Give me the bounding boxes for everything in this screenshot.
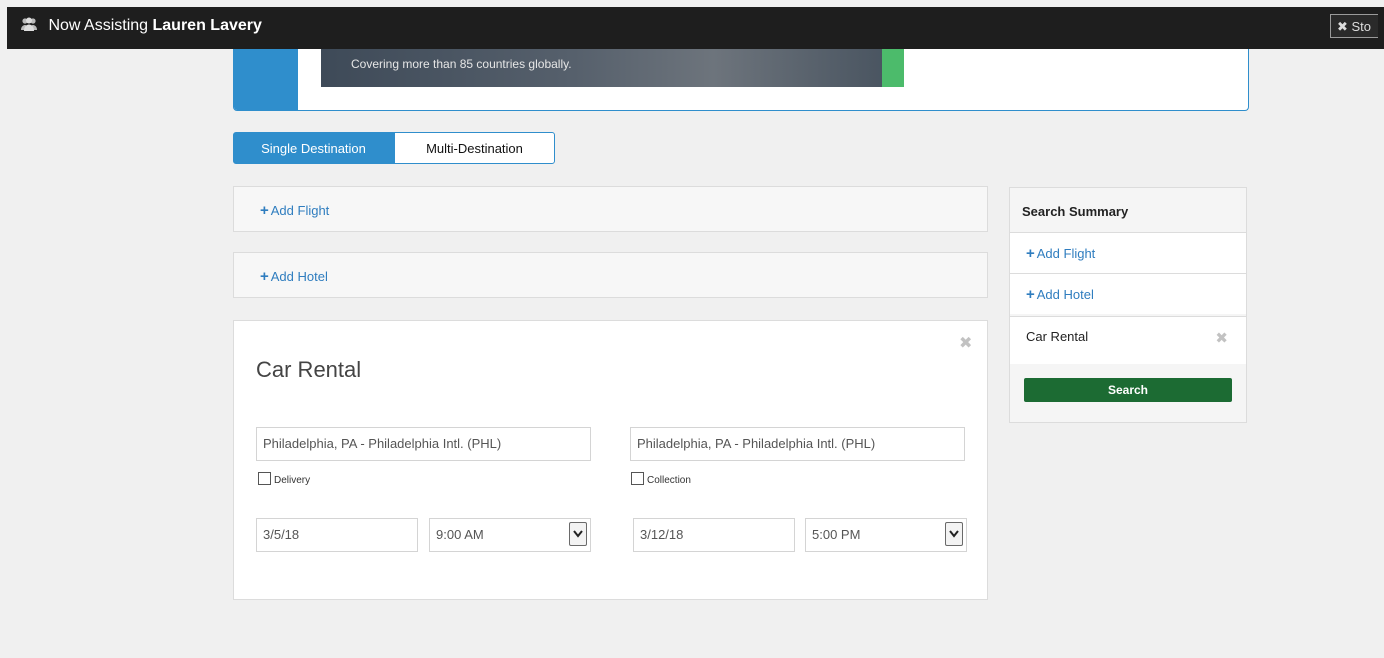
tab-multi-destination[interactable]: Multi-Destination [394,132,555,164]
search-summary-panel: Search Summary + Add Flight + Add Hotel Ca… [1009,187,1247,423]
car-rental-card: ✖ Car Rental Philadelphia, PA - Philadel… [233,320,988,600]
add-flight-panel: + Add Flight [233,186,988,232]
add-flight-label: Add Flight [270,203,330,218]
plus-icon: + [1026,286,1035,303]
assisting-label: Now Assisting Lauren Lavery [20,17,262,35]
banner-accent-bar [234,49,298,110]
add-hotel-link[interactable]: + Add Hotel [260,268,328,285]
pickup-time-select[interactable]: 9:00 AM [429,518,591,552]
search-summary-title: Search Summary [1022,204,1129,219]
add-flight-link[interactable]: + Add Flight [260,202,329,219]
dropoff-date-input[interactable]: 3/12/18 [633,518,795,552]
delivery-checkbox[interactable]: Delivery [258,472,310,486]
collection-checkbox[interactable]: Collection [631,472,691,486]
summary-car-rental-label: Car Rental [1026,329,1089,344]
collection-checkbox-box[interactable] [631,472,644,485]
dropoff-time-select[interactable]: 5:00 PM [805,518,967,552]
delivery-label: Delivery [274,475,311,486]
close-icon[interactable]: ✖ [1215,329,1228,347]
assisted-user-name: Lauren Lavery [152,17,262,34]
promo-banner: Covering more than 85 countries globally… [233,49,1249,111]
pickup-date-input[interactable]: 3/5/18 [256,518,418,552]
chevron-down-icon[interactable] [569,522,587,546]
assist-topbar: Now Assisting Lauren Lavery ✖ Sto [7,7,1384,49]
collection-label: Collection [647,475,691,486]
close-icon[interactable]: ✖ [959,333,972,353]
pickup-location-input[interactable]: Philadelphia, PA - Philadelphia Intl. (P… [256,427,591,461]
people-icon [21,17,37,31]
add-hotel-panel: + Add Hotel [233,252,988,298]
banner-tagline: Covering more than 85 countries globally… [351,57,572,71]
plus-icon: + [260,268,269,285]
plus-icon: + [1026,245,1035,262]
pickup-time-value: 9:00 AM [436,527,484,542]
banner-green-strip [882,49,904,87]
dropoff-time-value: 5:00 PM [812,527,861,542]
search-button[interactable]: Search [1024,378,1232,402]
summary-car-rental[interactable]: Car Rental ✖ [1010,316,1246,364]
chevron-down-icon[interactable] [945,522,963,546]
summary-add-hotel[interactable]: + Add Hotel [1010,273,1246,314]
delivery-checkbox-box[interactable] [258,472,271,485]
tab-single-destination[interactable]: Single Destination [233,132,394,164]
car-rental-title: Car Rental [256,357,362,382]
plus-icon: + [260,202,269,219]
summary-add-hotel-label: Add Hotel [1036,287,1094,302]
assisting-prefix: Now Assisting [48,17,149,34]
summary-add-flight[interactable]: + Add Flight [1010,232,1246,273]
stop-assisting-button[interactable]: ✖ Sto [1330,14,1378,38]
add-hotel-label: Add Hotel [270,269,328,284]
dropoff-location-input[interactable]: Philadelphia, PA - Philadelphia Intl. (P… [630,427,965,461]
summary-add-flight-label: Add Flight [1036,246,1096,261]
